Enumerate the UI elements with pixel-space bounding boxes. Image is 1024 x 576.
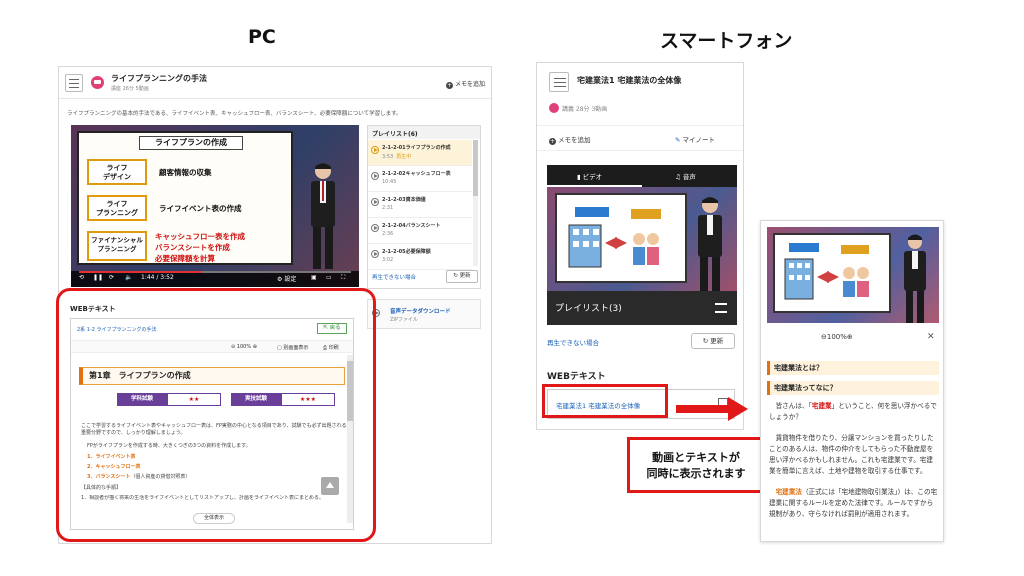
refresh-icon: ↻ [702,337,709,345]
note-icon: ✎ [675,136,681,144]
audio-download[interactable]: 音声データダウンロード ZIPファイル [367,299,481,329]
callout-box: 動画とテキストが 同時に表示されます [627,437,765,493]
text-paragraph: 皆さんは、「宅建業」ということ、何を思い浮かべるでしょうか？ [769,402,937,421]
sp-action-bar: + メモを追加 ✎ マイノート [537,125,743,151]
course-title: ライフプランニングの手法 [111,74,207,83]
video-progress[interactable] [79,271,351,273]
playlist-item[interactable]: 2-1-2-01ライフプランの作成 3:53 再生中 [368,140,472,166]
sp-presenter-figure [698,197,722,291]
theater-icon[interactable]: ▭ [326,274,332,281]
slide-box-2: ライフ プランニング [87,195,147,221]
sp-course-meta: 講義 28分 3動画 [549,103,607,113]
building-diagram [568,207,661,268]
smartphone-heading: スマートフォン [660,30,793,52]
sp-webtext-label: WEBテキスト [547,372,606,382]
course-description: ライフプランニングの基本的手法である、ライフイベント表、キャッシュフロー表、バラ… [67,111,402,117]
playlist-panel: プレイリスト(6) 2-1-2-01ライフプランの作成 3:53 再生中 2-1-… [367,125,481,289]
slide-label-2: ライフイベント表の作成 [159,204,242,213]
play-icon [371,198,379,206]
text-panel-presenter [904,234,926,323]
pause-icon[interactable]: ❚❚ [93,274,103,281]
settings-button[interactable]: ⚙ 設定 [277,274,296,283]
text-paragraph: 賃貸物件を借りたり、分譲マンションを買ったりしたことのある人は、物件の仲介をして… [769,434,934,475]
text-panel-video[interactable] [767,227,939,323]
course-icon [91,76,104,89]
building-diagram [784,243,869,300]
playlist-item[interactable]: 2-1-2-05必要保障額 3:02 [368,244,472,270]
play-icon [371,250,379,258]
sp-memo-add-button[interactable]: + メモを追加 [549,134,591,145]
sp-course-title: 宅建業法1 宅建業法の全体像 [577,76,682,85]
sp-video-player[interactable]: ▮ ビデオ ♫ 音声 プレイリスト(3) [547,165,737,325]
slide-title: ライフプランの作成 [139,136,243,150]
pc-header: ライフプランニングの手法 講座 26分 5動画 + メモを追加 [59,67,491,99]
playlist-scrollbar[interactable] [473,140,478,266]
list-icon [715,303,727,313]
sp-webtext-highlight [542,384,668,418]
audio-download-sub: ZIPファイル [390,317,418,323]
video-player[interactable]: ライフプランの作成 ライフ デザイン ライフ プランニング ファイナンシャル プ… [71,125,359,287]
presenter-figure [311,163,335,269]
text-paragraph: 宅建業法（正式には「宅地建物取引業法」）は、この宅建業に関するルールを定めた法律… [769,488,938,518]
refresh-icon: ↻ [453,273,458,279]
play-icon [371,224,379,232]
close-icon[interactable]: ✕ [927,332,935,342]
playlist-header: プレイリスト(6) [368,126,480,139]
slide-box-1: ライフ デザイン [87,159,147,185]
gear-icon: ⚙ [277,276,283,283]
headphones-icon: ♫ [675,173,681,181]
section-heading: 宅建業法ってなに？ [767,381,939,395]
plus-icon: + [549,138,556,145]
menu-icon[interactable] [65,74,83,92]
webtext-highlight [56,288,376,542]
text-panel-slide [773,233,891,313]
zoom-in-icon: ⊕ [846,333,853,341]
cannot-play-link[interactable]: 再生できない場合 [372,273,416,281]
fullscreen-icon[interactable]: ⛶ [341,274,345,282]
memo-add-button[interactable]: + メモを追加 [445,79,485,89]
slide-box-3: ファイナンシャル プランニング [87,231,147,261]
playlist-item[interactable]: 2-1-2-03資本価値 2:31 [368,192,472,218]
volume-icon[interactable]: 🔈 [125,274,132,281]
slide-red-text: キャッシュフロー表を作成 バランスシートを作成 必要保障額を計算 [155,232,245,263]
forward-icon[interactable]: ⟳ [109,274,114,281]
video-time: 1:44 / 3:52 [141,274,174,281]
sp-refresh-button[interactable]: ↻ 更新 [691,333,735,349]
course-icon [549,103,559,113]
text-panel: ⊖100%⊕ ✕ 宅建業法とは？ 宅建業法ってなに？ 皆さんは、「宅建業」という… [760,220,944,542]
playlist-item[interactable]: 2-1-2-02キャッシュフロー表 10:45 [368,166,472,192]
sp-playlist-bar[interactable]: プレイリスト(3) [547,291,737,325]
section-heading: 宅建業法とは？ [767,361,939,375]
playlist-item[interactable]: 2-1-2-04バランスシート 2:36 [368,218,472,244]
pc-heading: PC [248,26,276,48]
smartphone-screen: 宅建業法1 宅建業法の全体像 講義 28分 3動画 + メモを追加 ✎ マイノート… [536,62,744,430]
course-meta: 講座 26分 5動画 [111,86,149,92]
sp-cannot-play-link[interactable]: 再生できない場合 [547,337,599,347]
pip-icon[interactable]: ▣ [311,274,317,281]
mynote-button[interactable]: ✎ マイノート [675,134,715,144]
sp-player-tabs: ▮ ビデオ ♫ 音声 [547,165,737,187]
refresh-button[interactable]: ↻ 更新 [446,270,478,283]
sp-playlist-label: プレイリスト(3) [555,304,622,314]
arrow-right-icon [728,397,748,421]
play-icon [371,146,379,154]
menu-icon[interactable] [549,72,569,92]
video-controls: ⟲ ❚❚ ⟳ 🔈 1:44 / 3:52 ⚙ 設定 ▣ ▭ ⛶ [71,271,359,287]
arrow-shaft [676,405,730,413]
tab-audio[interactable]: ♫ 音声 [675,171,696,181]
text-panel-zoom[interactable]: ⊖100%⊕ [821,333,853,341]
plus-icon: + [445,82,453,89]
sp-video-slide [555,193,687,283]
callout-line-1: 動画とテキストが [652,451,740,464]
callout-line-2: 同時に表示されます [646,467,746,480]
rewind-icon[interactable]: ⟲ [79,274,84,281]
play-icon [371,172,379,180]
sp-video [547,187,737,291]
video-slide: ライフプランの作成 ライフ デザイン ライフ プランニング ファイナンシャル プ… [77,131,293,265]
slide-label-1: 顧客情報の収集 [159,168,212,177]
audio-download-label: 音声データダウンロード [390,309,451,315]
video-icon: ▮ [577,173,581,181]
tab-video[interactable]: ▮ ビデオ [577,171,602,181]
